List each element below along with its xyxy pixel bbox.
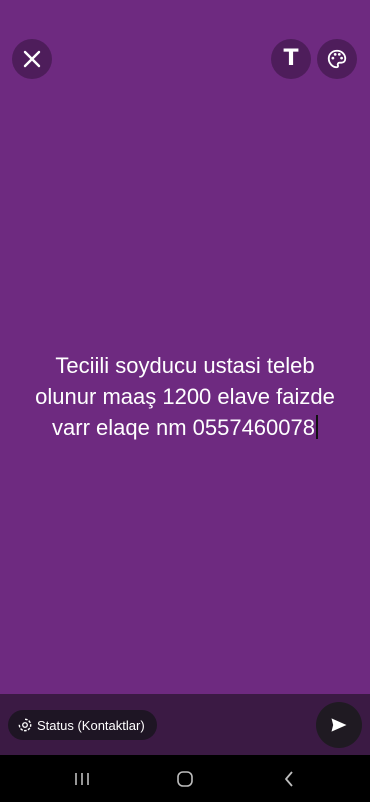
status-icon (18, 718, 32, 732)
status-footer: Status (Kontaktlar) (0, 694, 370, 755)
send-button[interactable] (316, 702, 362, 748)
recent-apps-icon (75, 773, 89, 785)
status-text-line: varr elaqe nm 0557460078 (52, 415, 315, 440)
close-button[interactable] (12, 39, 52, 79)
text-tool-button[interactable]: T (271, 39, 311, 79)
home-button[interactable] (173, 767, 197, 791)
recent-apps-button[interactable] (70, 767, 94, 791)
back-button[interactable] (277, 767, 301, 791)
status-canvas[interactable] (0, 0, 370, 694)
color-palette-button[interactable] (317, 39, 357, 79)
send-icon (331, 718, 347, 732)
system-navigation-bar (0, 755, 370, 802)
back-icon (285, 771, 293, 787)
status-text-input[interactable]: Teciili soyducu ustasi teleb olunur maaş… (18, 350, 352, 443)
status-text-line: olunur maaş 1200 elave faizde (35, 384, 335, 409)
status-text-line: Teciili soyducu ustasi teleb (55, 353, 315, 378)
text-tool-icon: T (283, 46, 299, 71)
home-icon (177, 771, 193, 787)
palette-icon (327, 49, 347, 69)
text-cursor (315, 415, 318, 439)
status-audience-label: Status (Kontaktlar) (37, 717, 145, 733)
status-audience-button[interactable]: Status (Kontaktlar) (8, 710, 157, 740)
close-icon (23, 50, 41, 68)
